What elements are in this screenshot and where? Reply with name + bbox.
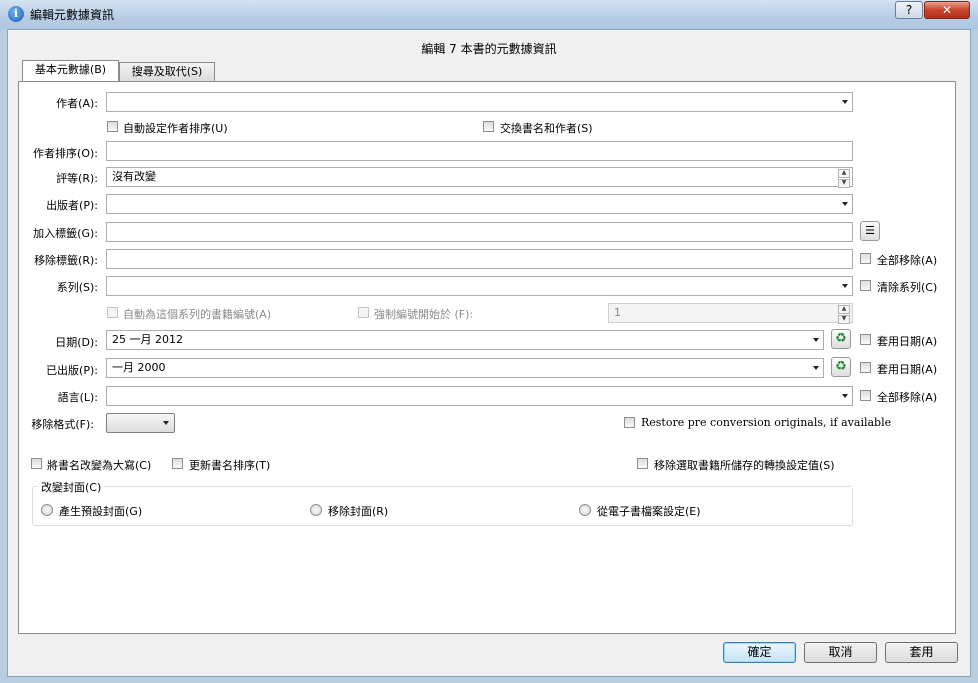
force-number-checkbox	[358, 307, 369, 318]
restore-originals-checkbox[interactable]	[624, 417, 635, 428]
rating-spin-buttons[interactable]: ▲ ▼	[838, 169, 850, 188]
rating-spinbox[interactable]: 沒有改變 ▲ ▼	[106, 167, 853, 188]
remove-cover-label: 移除封面(R)	[328, 505, 389, 518]
remove-cover-radio[interactable]	[310, 504, 322, 516]
add-tags-input[interactable]	[106, 222, 853, 242]
tag-editor-icon[interactable]: ☰	[860, 221, 880, 241]
apply-published-checkbox[interactable]	[860, 362, 871, 373]
generate-cover-label: 產生預設封面(G)	[59, 505, 143, 518]
force-number-spin-buttons: ▲ ▼	[838, 305, 850, 324]
date-edit[interactable]: 25 一月 2012	[106, 330, 824, 350]
chevron-down-icon	[842, 284, 848, 288]
remove-conversion-settings-label: 移除選取書籍所儲存的轉換設定值(S)	[654, 459, 835, 472]
dialog-heading: 編輯 7 本書的元數據資訊	[421, 42, 557, 56]
update-title-sort-checkbox[interactable]	[172, 458, 183, 469]
auto-author-sort-checkbox[interactable]	[107, 121, 118, 132]
clear-series-label: 清除系列(C)	[877, 281, 938, 294]
published-label: 已出版(P):	[46, 364, 98, 377]
chevron-down-icon	[813, 338, 819, 342]
chevron-down-icon	[813, 366, 819, 370]
published-edit[interactable]: 一月 2000	[106, 358, 824, 378]
window-title: 編輯元數據資訊	[30, 8, 115, 22]
remove-tags-input[interactable]	[106, 249, 853, 269]
apply-date-checkbox[interactable]	[860, 334, 871, 345]
auto-author-sort-label: 自動設定作者排序(U)	[123, 122, 228, 135]
add-tags-label: 加入標籤(G):	[33, 227, 98, 240]
auto-number-label: 自動為這個系列的書籍編號(A)	[123, 308, 272, 321]
apply-published-label: 套用日期(A)	[877, 363, 938, 376]
cover-group-title: 改變封面(C)	[38, 479, 105, 495]
chevron-down-icon	[163, 421, 169, 425]
remove-format-label: 移除格式(F):	[31, 418, 94, 431]
language-label: 語言(L):	[57, 391, 98, 404]
chevron-down-icon	[842, 202, 848, 206]
author-label: 作者(A):	[56, 97, 98, 110]
apply-date-label: 套用日期(A)	[877, 335, 938, 348]
info-icon: i	[8, 6, 24, 22]
remove-conversion-settings-checkbox[interactable]	[637, 458, 648, 469]
restore-originals-label: Restore pre conversion originals, if ava…	[641, 416, 892, 429]
close-button[interactable]: ✕	[924, 1, 970, 19]
language-combo[interactable]	[106, 386, 853, 406]
force-number-label: 強制編號開始於 (F):	[374, 308, 474, 321]
publisher-combo[interactable]	[106, 194, 853, 214]
title-bar	[0, 0, 978, 29]
recycle-icon[interactable]: ♻	[831, 329, 851, 349]
series-combo[interactable]	[106, 276, 853, 296]
clear-series-checkbox[interactable]	[860, 280, 871, 291]
ok-button[interactable]: 確定	[723, 642, 796, 663]
author-sort-label: 作者排序(O):	[33, 147, 98, 160]
author-combo[interactable]	[106, 92, 853, 112]
cover-from-file-label: 從電子書檔案設定(E)	[597, 505, 701, 518]
swap-title-author-checkbox[interactable]	[483, 121, 494, 132]
recycle-icon[interactable]: ♻	[831, 357, 851, 377]
cover-from-file-radio[interactable]	[579, 504, 591, 516]
author-sort-input[interactable]	[106, 141, 853, 161]
remove-all-languages-checkbox[interactable]	[860, 390, 871, 401]
force-number-spinbox: 1 ▲ ▼	[608, 303, 853, 324]
help-button[interactable]: ?	[895, 1, 923, 19]
tab-search-replace[interactable]: 搜尋及取代(S)	[119, 62, 215, 81]
remove-format-combo[interactable]	[106, 413, 175, 433]
remove-all-languages-label: 全部移除(A)	[877, 391, 938, 404]
remove-tags-label: 移除標籤(R):	[34, 254, 98, 267]
series-label: 系列(S):	[56, 281, 98, 294]
date-label: 日期(D):	[55, 336, 98, 349]
title-case-checkbox[interactable]	[31, 458, 42, 469]
cancel-button[interactable]: 取消	[804, 642, 877, 663]
tab-basic-metadata[interactable]: 基本元數據(B)	[22, 60, 119, 82]
generate-cover-radio[interactable]	[41, 504, 53, 516]
chevron-down-icon	[842, 394, 848, 398]
remove-all-tags-label: 全部移除(A)	[877, 254, 938, 267]
remove-all-tags-checkbox[interactable]	[860, 253, 871, 264]
swap-title-author-label: 交換書名和作者(S)	[500, 122, 593, 135]
chevron-down-icon	[842, 100, 848, 104]
cover-groupbox	[32, 486, 853, 526]
apply-button[interactable]: 套用	[885, 642, 958, 663]
publisher-label: 出版者(P):	[46, 199, 98, 212]
auto-number-checkbox	[107, 307, 118, 318]
update-title-sort-label: 更新書名排序(T)	[189, 459, 271, 472]
title-case-label: 將書名改變為大寫(C)	[47, 459, 152, 472]
rating-label: 評等(R):	[56, 172, 98, 185]
